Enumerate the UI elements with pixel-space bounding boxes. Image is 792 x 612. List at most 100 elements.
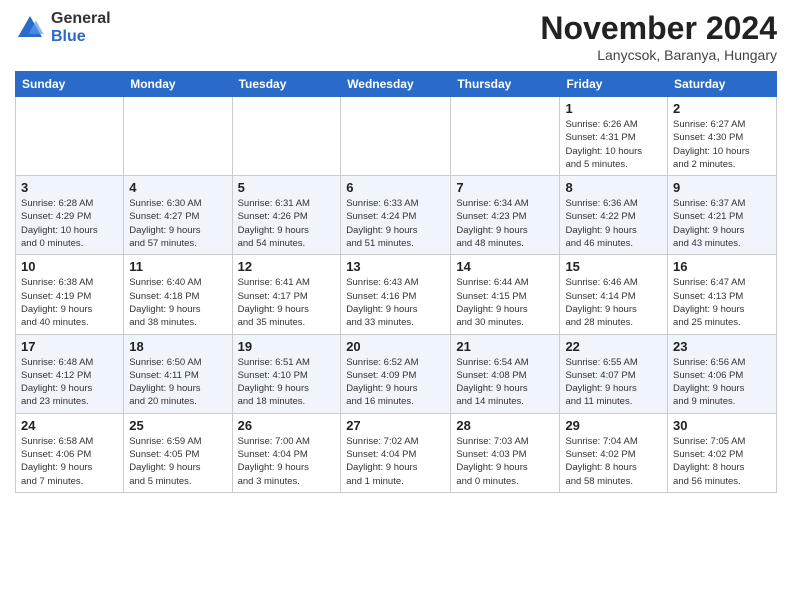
logo: General Blue — [15, 10, 111, 45]
title-block: November 2024 Lanycsok, Baranya, Hungary — [540, 10, 777, 63]
day-number: 5 — [238, 180, 336, 195]
calendar-cell: 11 Sunrise: 6:40 AM Sunset: 4:18 PM Dayli… — [124, 255, 232, 334]
calendar-cell: 9 Sunrise: 6:37 AM Sunset: 4:21 PM Daylig… — [668, 176, 777, 255]
day-info: Sunrise: 7:05 AM Sunset: 4:02 PM Dayligh… — [673, 435, 771, 488]
calendar-cell: 4 Sunrise: 6:30 AM Sunset: 4:27 PM Daylig… — [124, 176, 232, 255]
day-info: Sunrise: 6:43 AM Sunset: 4:16 PM Dayligh… — [346, 276, 445, 329]
calendar-cell: 27 Sunrise: 7:02 AM Sunset: 4:04 PM Dayli… — [341, 413, 451, 492]
calendar-cell: 3 Sunrise: 6:28 AM Sunset: 4:29 PM Daylig… — [16, 176, 124, 255]
day-number: 8 — [565, 180, 662, 195]
day-info: Sunrise: 6:27 AM Sunset: 4:30 PM Dayligh… — [673, 118, 771, 171]
calendar-cell: 22 Sunrise: 6:55 AM Sunset: 4:07 PM Dayli… — [560, 334, 668, 413]
calendar-cell: 18 Sunrise: 6:50 AM Sunset: 4:11 PM Dayli… — [124, 334, 232, 413]
day-info: Sunrise: 6:54 AM Sunset: 4:08 PM Dayligh… — [456, 356, 554, 409]
calendar-cell: 10Sunrise: 6:38 AM Sunset: 4:19 PM Dayli… — [16, 255, 124, 334]
day-info: Sunrise: 6:34 AM Sunset: 4:23 PM Dayligh… — [456, 197, 554, 250]
logo-blue: Blue — [51, 28, 111, 46]
calendar-week-1: 3 Sunrise: 6:28 AM Sunset: 4:29 PM Daylig… — [16, 176, 777, 255]
day-number: 4 — [129, 180, 226, 195]
header: General Blue November 2024 Lanycsok, Bar… — [15, 10, 777, 63]
day-number: 23 — [673, 339, 771, 354]
calendar-cell: 29 Sunrise: 7:04 AM Sunset: 4:02 PM Dayli… — [560, 413, 668, 492]
day-number: 1 — [565, 101, 662, 116]
day-info: Sunrise: 6:40 AM Sunset: 4:18 PM Dayligh… — [129, 276, 226, 329]
calendar-cell: 6 Sunrise: 6:33 AM Sunset: 4:24 PM Daylig… — [341, 176, 451, 255]
logo-general: General — [51, 10, 111, 28]
calendar-header-saturday: Saturday — [668, 72, 777, 97]
calendar: SundayMondayTuesdayWednesdayThursdayFrid… — [15, 71, 777, 493]
calendar-cell: 8Sunrise: 6:36 AM Sunset: 4:22 PM Daylig… — [560, 176, 668, 255]
day-number: 20 — [346, 339, 445, 354]
day-number: 7 — [456, 180, 554, 195]
calendar-cell: 17 Sunrise: 6:48 AM Sunset: 4:12 PM Dayli… — [16, 334, 124, 413]
day-number: 13 — [346, 259, 445, 274]
page: General Blue November 2024 Lanycsok, Bar… — [0, 0, 792, 503]
day-info: Sunrise: 6:59 AM Sunset: 4:05 PM Dayligh… — [129, 435, 226, 488]
day-info: Sunrise: 7:02 AM Sunset: 4:04 PM Dayligh… — [346, 435, 445, 488]
calendar-header-friday: Friday — [560, 72, 668, 97]
day-info: Sunrise: 6:47 AM Sunset: 4:13 PM Dayligh… — [673, 276, 771, 329]
day-number: 11 — [129, 259, 226, 274]
calendar-cell: 26 Sunrise: 7:00 AM Sunset: 4:04 PM Dayli… — [232, 413, 341, 492]
day-number: 15 — [565, 259, 662, 274]
day-number: 18 — [129, 339, 226, 354]
day-info: Sunrise: 6:44 AM Sunset: 4:15 PM Dayligh… — [456, 276, 554, 329]
day-info: Sunrise: 6:30 AM Sunset: 4:27 PM Dayligh… — [129, 197, 226, 250]
calendar-cell — [232, 97, 341, 176]
calendar-header-row: SundayMondayTuesdayWednesdayThursdayFrid… — [16, 72, 777, 97]
calendar-cell: 28 Sunrise: 7:03 AM Sunset: 4:03 PM Dayli… — [451, 413, 560, 492]
day-info: Sunrise: 6:31 AM Sunset: 4:26 PM Dayligh… — [238, 197, 336, 250]
calendar-cell: 23 Sunrise: 6:56 AM Sunset: 4:06 PM Dayli… — [668, 334, 777, 413]
day-number: 27 — [346, 418, 445, 433]
day-info: Sunrise: 6:55 AM Sunset: 4:07 PM Dayligh… — [565, 356, 662, 409]
calendar-header-monday: Monday — [124, 72, 232, 97]
day-number: 2 — [673, 101, 771, 116]
calendar-week-2: 10Sunrise: 6:38 AM Sunset: 4:19 PM Dayli… — [16, 255, 777, 334]
calendar-week-3: 17 Sunrise: 6:48 AM Sunset: 4:12 PM Dayli… — [16, 334, 777, 413]
day-info: Sunrise: 6:38 AM Sunset: 4:19 PM Dayligh… — [21, 276, 118, 329]
calendar-cell: 19Sunrise: 6:51 AM Sunset: 4:10 PM Dayli… — [232, 334, 341, 413]
calendar-cell — [16, 97, 124, 176]
day-number: 9 — [673, 180, 771, 195]
day-number: 3 — [21, 180, 118, 195]
day-info: Sunrise: 7:04 AM Sunset: 4:02 PM Dayligh… — [565, 435, 662, 488]
calendar-cell — [341, 97, 451, 176]
day-info: Sunrise: 6:56 AM Sunset: 4:06 PM Dayligh… — [673, 356, 771, 409]
day-number: 14 — [456, 259, 554, 274]
calendar-header-wednesday: Wednesday — [341, 72, 451, 97]
day-info: Sunrise: 6:26 AM Sunset: 4:31 PM Dayligh… — [565, 118, 662, 171]
calendar-cell: 7 Sunrise: 6:34 AM Sunset: 4:23 PM Daylig… — [451, 176, 560, 255]
day-number: 28 — [456, 418, 554, 433]
day-info: Sunrise: 6:48 AM Sunset: 4:12 PM Dayligh… — [21, 356, 118, 409]
calendar-cell: 5 Sunrise: 6:31 AM Sunset: 4:26 PM Daylig… — [232, 176, 341, 255]
day-info: Sunrise: 6:50 AM Sunset: 4:11 PM Dayligh… — [129, 356, 226, 409]
day-info: Sunrise: 6:37 AM Sunset: 4:21 PM Dayligh… — [673, 197, 771, 250]
day-number: 25 — [129, 418, 226, 433]
day-info: Sunrise: 6:41 AM Sunset: 4:17 PM Dayligh… — [238, 276, 336, 329]
calendar-cell: 2 Sunrise: 6:27 AM Sunset: 4:30 PM Daylig… — [668, 97, 777, 176]
calendar-week-4: 24Sunrise: 6:58 AM Sunset: 4:06 PM Dayli… — [16, 413, 777, 492]
logo-text: General Blue — [51, 10, 111, 45]
day-number: 6 — [346, 180, 445, 195]
day-number: 29 — [565, 418, 662, 433]
calendar-cell: 12 Sunrise: 6:41 AM Sunset: 4:17 PM Dayli… — [232, 255, 341, 334]
title-month: November 2024 — [540, 10, 777, 47]
day-number: 12 — [238, 259, 336, 274]
day-number: 26 — [238, 418, 336, 433]
day-number: 21 — [456, 339, 554, 354]
title-location: Lanycsok, Baranya, Hungary — [540, 47, 777, 63]
calendar-cell: 13 Sunrise: 6:43 AM Sunset: 4:16 PM Dayli… — [341, 255, 451, 334]
calendar-cell: 25 Sunrise: 6:59 AM Sunset: 4:05 PM Dayli… — [124, 413, 232, 492]
day-number: 22 — [565, 339, 662, 354]
day-info: Sunrise: 7:00 AM Sunset: 4:04 PM Dayligh… — [238, 435, 336, 488]
day-number: 16 — [673, 259, 771, 274]
day-info: Sunrise: 6:33 AM Sunset: 4:24 PM Dayligh… — [346, 197, 445, 250]
calendar-cell: 1 Sunrise: 6:26 AM Sunset: 4:31 PM Daylig… — [560, 97, 668, 176]
calendar-cell: 24Sunrise: 6:58 AM Sunset: 4:06 PM Dayli… — [16, 413, 124, 492]
day-info: Sunrise: 6:58 AM Sunset: 4:06 PM Dayligh… — [21, 435, 118, 488]
calendar-header-sunday: Sunday — [16, 72, 124, 97]
day-info: Sunrise: 6:28 AM Sunset: 4:29 PM Dayligh… — [21, 197, 118, 250]
day-info: Sunrise: 7:03 AM Sunset: 4:03 PM Dayligh… — [456, 435, 554, 488]
day-number: 30 — [673, 418, 771, 433]
day-number: 17 — [21, 339, 118, 354]
